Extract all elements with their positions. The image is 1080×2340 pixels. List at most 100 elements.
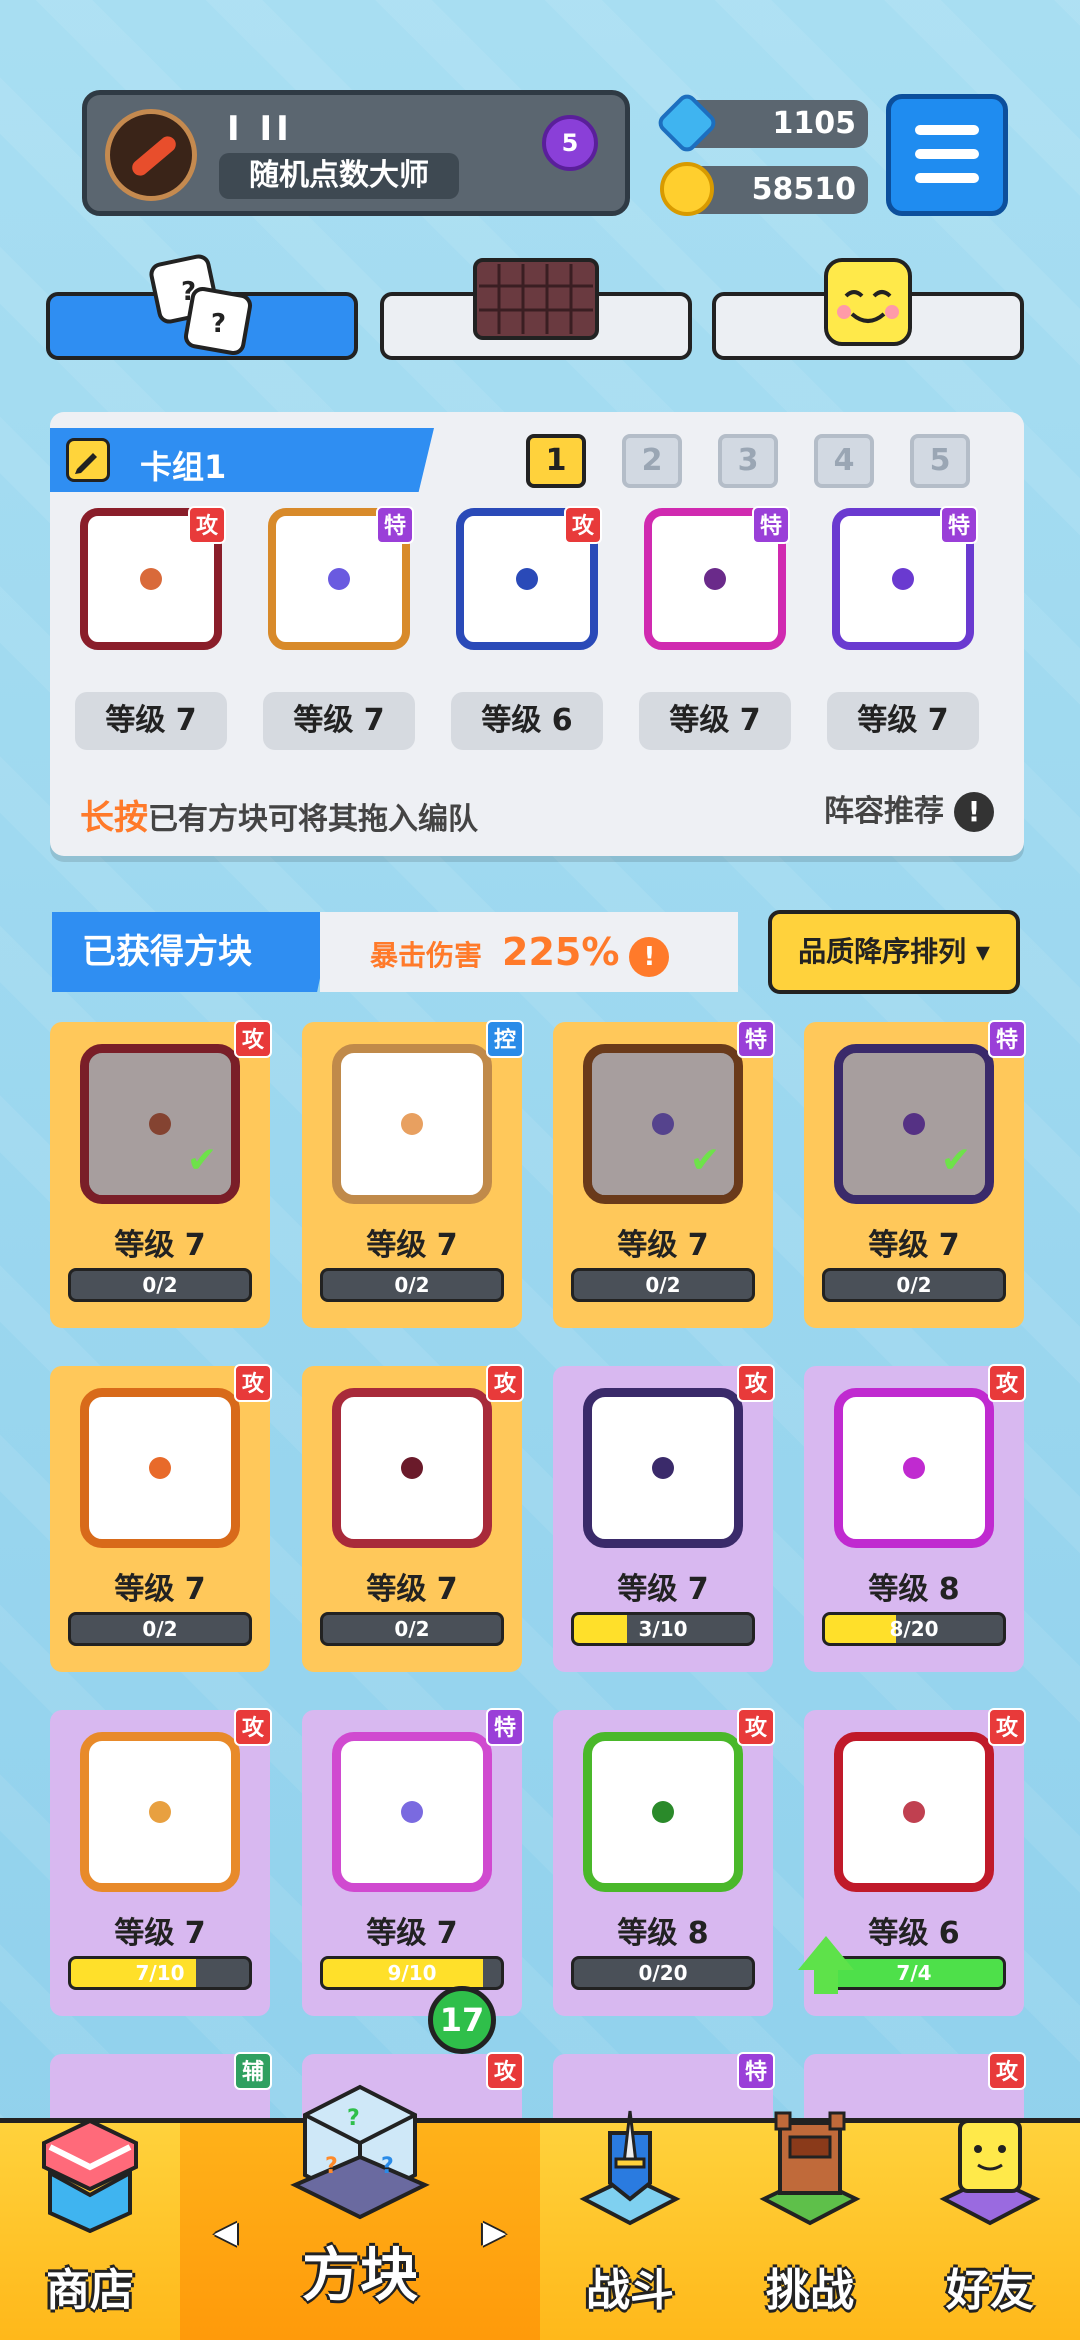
crit-info-icon[interactable]: ! <box>629 937 670 977</box>
cube-card[interactable]: 特等级 7 9/10 <box>302 1708 524 2016</box>
card-type-tag: 攻 <box>234 1020 272 1058</box>
upgrade-progress-bar: 0/2 <box>68 1612 252 1646</box>
dice-pip-icon <box>149 1457 171 1479</box>
deck-card[interactable]: 特 <box>644 506 790 650</box>
dice-pip-icon <box>401 1457 423 1479</box>
cube-level: 等级 7 <box>366 1228 458 1263</box>
dice-pip-icon <box>652 1113 674 1135</box>
progress-text: 0/2 <box>142 1273 178 1297</box>
dice-pip-icon <box>652 1801 674 1823</box>
cube-level: 等级 8 <box>868 1572 960 1607</box>
card-type-tag: 攻 <box>988 2052 1026 2090</box>
sort-dropdown[interactable]: 品质降序排列 ▾ <box>768 910 1020 994</box>
board-grid-icon <box>471 252 601 346</box>
tab-dice[interactable]: ? ? <box>46 254 358 360</box>
deck-slot-2[interactable]: 2 <box>622 434 682 488</box>
nav-friends[interactable]: 好友 <box>900 2119 1080 2340</box>
card-type-tag: 攻 <box>486 1364 524 1402</box>
shop-icon <box>30 2103 150 2237</box>
deck-slot-4[interactable]: 4 <box>814 434 874 488</box>
upgrade-progress-bar: 0/2 <box>571 1268 755 1302</box>
nav-battle[interactable]: 战斗 <box>540 2110 720 2340</box>
nav-cubes[interactable]: ◀ ? ? ? ▶ 方块 <box>180 2084 540 2340</box>
dice-icon: ? ? <box>137 252 267 366</box>
cube-card[interactable]: ✔ 特等级 7 0/2 <box>553 1020 775 1328</box>
deck-card-level: 等级 6 <box>451 692 603 750</box>
deck-card-level: 等级 7 <box>263 692 415 750</box>
hint-highlight: 长按 <box>80 798 148 838</box>
cube-art <box>332 1044 492 1204</box>
nav-challenge[interactable]: 挑战 <box>720 2111 900 2340</box>
cube-card[interactable]: 攻等级 7 7/10 <box>50 1708 272 2016</box>
progress-text: 8/20 <box>889 1617 939 1641</box>
friends-icon <box>930 2103 1050 2237</box>
deck-card[interactable]: 攻 <box>80 506 226 650</box>
card-type-tag: 特 <box>988 1020 1026 1058</box>
pencil-edit-icon[interactable] <box>66 438 110 482</box>
svg-text:?: ? <box>347 2106 360 2131</box>
upgrade-progress-bar: 0/2 <box>320 1612 504 1646</box>
cube-card[interactable]: 攻等级 8 0/20 <box>553 1708 775 2016</box>
cube-level: 等级 7 <box>868 1228 960 1263</box>
cube-card[interactable]: 攻等级 7 0/2 <box>50 1364 272 1672</box>
cube-card[interactable]: ✔ 特等级 7 0/2 <box>804 1020 1026 1328</box>
coin-counter[interactable]: 58510 <box>660 162 868 216</box>
cube-card[interactable]: 攻等级 6 7/4 <box>798 1708 1026 2016</box>
cube-art <box>583 1388 743 1548</box>
tab-board[interactable] <box>380 258 692 360</box>
cube-art <box>332 1732 492 1892</box>
deck-card[interactable]: 攻 <box>456 506 602 650</box>
deck-card[interactable]: 特 <box>832 506 978 650</box>
dice-pip-icon <box>704 568 726 590</box>
cube-level: 等级 7 <box>114 1572 206 1607</box>
cube-art <box>332 1388 492 1548</box>
deck-slot-3[interactable]: 3 <box>718 434 778 488</box>
gem-counter[interactable]: 1105 <box>654 90 868 156</box>
lineup-recommend-button[interactable]: 阵容推荐! <box>824 786 994 832</box>
nav-friends-label: 好友 <box>946 2265 1034 2316</box>
dice-pip-icon <box>516 568 538 590</box>
card-type-tag: 控 <box>486 1020 524 1058</box>
rank-badge-icon[interactable]: 5 <box>542 115 598 171</box>
menu-icon <box>915 125 979 135</box>
drag-hint: 长按已有方块可将其拖入编队 <box>80 790 478 839</box>
dice-pip-icon <box>140 568 162 590</box>
cube-card[interactable]: 控等级 7 0/2 <box>302 1020 524 1328</box>
cube-art: ✔ <box>834 1044 994 1204</box>
cube-level: 等级 7 <box>366 1916 458 1951</box>
player-avatar[interactable] <box>105 109 197 201</box>
player-level: I II <box>227 109 293 149</box>
card-type-tag: 特 <box>486 1708 524 1746</box>
dice-pip-icon <box>892 568 914 590</box>
nav-shop[interactable]: 商店 <box>0 2118 180 2340</box>
menu-button[interactable] <box>886 94 1008 216</box>
deck-title: 卡组1 <box>140 448 227 486</box>
upgrade-progress-bar: 9/10 <box>320 1956 504 1990</box>
deck-slot-1[interactable]: 1 <box>526 434 586 488</box>
check-icon: ✔ <box>689 1140 720 1181</box>
crit-damage-info[interactable]: 暴击伤害 225%! <box>320 912 738 992</box>
cube-level: 等级 7 <box>617 1228 709 1263</box>
cube-card[interactable]: ✔ 攻等级 7 0/2 <box>50 1020 272 1328</box>
cube-card[interactable]: 攻等级 8 8/20 <box>804 1364 1026 1672</box>
dice-pip-icon <box>903 1113 925 1135</box>
cube-level: 等级 7 <box>617 1572 709 1607</box>
deck-title-bar[interactable]: 卡组1 <box>50 428 434 492</box>
deck-slot-5[interactable]: 5 <box>910 434 970 488</box>
progress-text: 0/20 <box>638 1961 688 1985</box>
upgrade-arrow-icon[interactable] <box>798 1936 854 1994</box>
tab-emote[interactable] <box>712 258 1024 360</box>
cube-art <box>80 1388 240 1548</box>
crit-value: 225% <box>502 930 620 974</box>
progress-text: 7/10 <box>135 1961 185 1985</box>
cube-art <box>583 1732 743 1892</box>
cube-art: ✔ <box>80 1044 240 1204</box>
nav-cubes-label: 方块 <box>301 2241 418 2309</box>
cube-card[interactable]: 攻等级 7 3/10 <box>553 1364 775 1672</box>
cube-card[interactable]: 攻等级 7 0/2 <box>302 1364 524 1672</box>
deck-card[interactable]: 特 <box>268 506 414 650</box>
deck-card-level: 等级 7 <box>639 692 791 750</box>
progress-text: 0/2 <box>394 1273 430 1297</box>
progress-text: 0/2 <box>142 1617 178 1641</box>
player-profile-card[interactable]: I II 随机点数大师 5 <box>82 90 630 216</box>
